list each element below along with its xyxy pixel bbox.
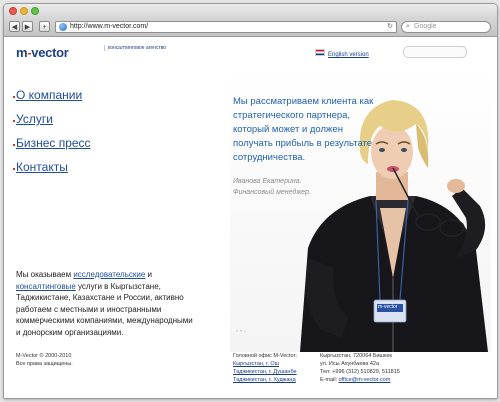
office-title: Головной офис M-Vector: [233,353,297,359]
quote-signer: Иванова Екатерина. Финансовый менеджер. [233,176,353,198]
slider-controls[interactable]: ‹•› [236,329,248,335]
browser-toolbar: ◀ ▶ + http://www.m-vector.com/ ↻ ⌕ Googl… [4,18,497,37]
research-link[interactable]: исследовательские [73,270,145,279]
consulting-link[interactable]: консалтинговые [16,282,76,291]
browser-search-input[interactable]: ⌕ Google [401,21,491,33]
office-link-khujand[interactable]: Таджикистан, г. Худжанд [233,376,297,384]
back-arrow-icon: ◀ [11,24,18,31]
flag-icon [315,49,325,56]
plus-icon: + [42,24,47,31]
close-window-button[interactable] [9,7,17,15]
signer-name: Иванова Екатерина. [233,178,302,185]
menu-item-contacts[interactable]: Контакты [16,160,68,174]
logo-wordmark: m-vector [16,45,69,60]
signer-title: Финансовый менеджер. [233,189,311,196]
badge-label: m-vector [378,304,398,310]
menu-bullet [13,144,15,146]
add-bookmark-button[interactable]: + [39,21,50,32]
office-links: Кыргызстан, г. Ош Таджикистан, г. Душанб… [233,360,297,384]
english-version-link[interactable]: English version [315,49,369,58]
logo-tagline: консалтинговое агенство [104,45,168,51]
menu-item-services[interactable]: Услуги [16,112,53,126]
globe-icon [59,23,67,31]
office-link-dushanbe[interactable]: Таджикистан, г. Душанбе [233,368,297,376]
address-bar[interactable]: http://www.m-vector.com/ ↻ [55,21,397,33]
page-footer: M-Vector © 2000-2010 Все права защищены.… [4,352,497,398]
minimize-window-button[interactable] [20,7,28,15]
site-search-input[interactable] [403,46,467,58]
browser-window: ◀ ▶ + http://www.m-vector.com/ ↻ ⌕ Googl… [3,3,498,399]
reload-icon[interactable]: ↻ [387,22,393,32]
menu-bullet [13,120,15,122]
lang-link-label: English version [328,52,369,58]
next-slide-icon[interactable]: › [244,329,248,335]
forward-button[interactable]: ▶ [22,21,33,32]
contact-address: Кыргызстан, 720064 Бишкек ул. Исы Ахунба… [320,353,400,383]
search-icon: ⌕ [406,23,410,30]
web-page: m-vector консалтинговое агенство English… [4,37,497,398]
copyright: M-Vector © 2000-2010 Все права защищены. [16,353,73,367]
intro-text: Мы оказываем исследовательские и консалт… [16,270,193,337]
title-bar [4,4,497,18]
office-link-osh[interactable]: Кыргызстан, г. Ош [233,360,297,368]
zoom-window-button[interactable] [31,7,39,15]
menu-bullet [13,168,15,170]
back-button[interactable]: ◀ [9,21,20,32]
address-url[interactable]: http://www.m-vector.com/ [70,22,148,32]
search-placeholder: Google [414,23,437,30]
menu-bullet [13,96,15,98]
hero-quote: Мы рассматриваем клиента как стратегичес… [233,96,374,163]
menu-item-about[interactable]: О компании [16,88,82,102]
forward-arrow-icon: ▶ [24,24,31,31]
email-link[interactable]: office@m-vector.com [339,377,391,383]
menu-item-business-press[interactable]: Бизнес пресс [16,136,91,150]
